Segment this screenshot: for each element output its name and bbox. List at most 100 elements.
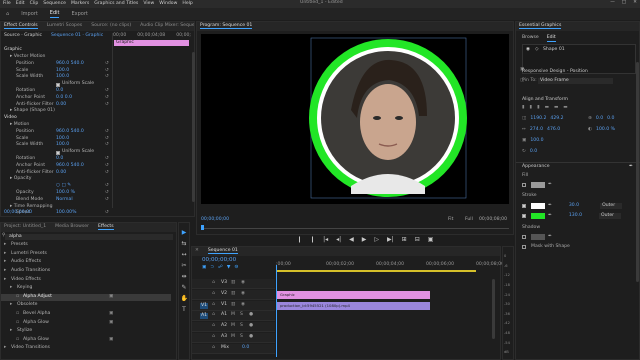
effects-tree-item[interactable]: ▫ Alpha Glow ▣ <box>1 337 171 344</box>
align-top-icon[interactable]: ▬ <box>545 105 549 111</box>
minimize-icon[interactable]: — <box>610 0 615 6</box>
menu-item-file[interactable]: File <box>3 1 11 7</box>
reset-icon[interactable]: ↺ <box>105 170 109 176</box>
linked-icon[interactable]: ☍ <box>218 265 223 271</box>
eg-position-x[interactable]: 1190.2 <box>530 116 546 122</box>
stroke-1-swatch[interactable] <box>531 203 545 209</box>
stroke-2-eyedropper-icon[interactable]: ✒ <box>548 213 552 219</box>
record-button[interactable]: ● <box>249 334 253 340</box>
program-playhead[interactable] <box>201 225 204 230</box>
project-tab-0[interactable]: Project: Untitled_1 <box>4 225 46 230</box>
stroke-2-mode[interactable]: Outer <box>599 213 622 219</box>
stroke-1-mode[interactable]: Outer <box>600 203 623 209</box>
source-patch[interactable]: A1 <box>200 313 208 320</box>
effects-tree-item[interactable]: ▸ Audio Effects <box>1 259 171 266</box>
track-id[interactable]: A1 <box>221 313 227 318</box>
fill-color-swatch[interactable] <box>531 182 545 188</box>
workspace-export[interactable]: Export <box>71 11 87 17</box>
eye-icon[interactable]: ◉ <box>526 47 530 53</box>
timeline-clip[interactable]: Graphic <box>277 290 430 299</box>
tool-6[interactable]: ✋ <box>181 295 188 302</box>
track-lock-icon[interactable]: ⌂ <box>212 280 215 286</box>
transport-button-2[interactable]: |◂ <box>323 237 328 243</box>
reset-icon[interactable]: ↺ <box>105 136 109 142</box>
ec-tab-2[interactable]: Source: (no clips) <box>91 24 131 29</box>
menu-item-markers[interactable]: Markers <box>71 1 89 7</box>
ec-row-value[interactable]: 0.00 <box>56 102 66 108</box>
uniform-scale-option[interactable]: Uniform Scale <box>56 150 94 155</box>
ec-row-value[interactable]: 960.0 540.0 <box>56 163 84 169</box>
stroke-1-width[interactable]: 30.0 <box>569 203 579 209</box>
track-id[interactable]: V3 <box>221 280 227 286</box>
reset-icon[interactable]: ↺ <box>105 88 109 94</box>
reset-icon[interactable]: ↺ <box>105 61 109 67</box>
effects-tree-item[interactable]: ▫ Alpha Glow ▣ <box>1 319 171 326</box>
effects-tree-item[interactable]: ▫ Bevel Alpha ▣ <box>1 311 171 318</box>
maximize-icon[interactable]: □ <box>622 0 626 6</box>
transport-button-3[interactable]: ◂| <box>336 237 341 243</box>
align-center-icon[interactable]: ▮ <box>530 105 533 111</box>
reset-icon[interactable]: ↺ <box>105 197 109 203</box>
reset-icon[interactable]: ↺ <box>105 129 109 135</box>
tool-1[interactable]: ⇆ <box>181 240 188 247</box>
menu-item-edit[interactable]: Edit <box>16 1 25 7</box>
solo-button[interactable]: S <box>240 313 243 318</box>
mute-button[interactable]: M <box>231 324 235 329</box>
transport-button-0[interactable]: ❙ <box>297 237 302 243</box>
reset-icon[interactable]: ↺ <box>105 68 109 74</box>
shadow-checkbox[interactable] <box>522 235 526 239</box>
source-patch[interactable]: V1 <box>200 302 208 309</box>
effects-tree-item[interactable]: ▫ Alpha Adjust ▣ <box>1 293 171 301</box>
effects-tree-item[interactable]: ▸ Obsolete <box>1 302 171 309</box>
stroke-1-eyedropper-icon[interactable]: ✒ <box>548 203 552 209</box>
track-sync-icon[interactable]: ▥ <box>231 291 235 297</box>
stroke-2-checkbox[interactable] <box>522 214 526 218</box>
tab-edit[interactable]: Edit <box>546 35 556 42</box>
tab-program[interactable]: Program: Sequence 01 <box>200 23 253 30</box>
eg-scrollbar[interactable] <box>636 62 639 282</box>
eg-layer-name[interactable]: Shape 01 <box>543 47 565 53</box>
ec-row-value[interactable]: 0.0 0.0 <box>56 95 72 101</box>
ec-row-value[interactable]: 0.00 <box>56 170 66 176</box>
tool-0[interactable]: ▶ <box>181 229 188 236</box>
ec-row-value[interactable]: 100.0 <box>56 136 69 142</box>
track-id[interactable]: Mix <box>221 345 229 351</box>
ec-row-value[interactable]: ○ □ ✎ <box>56 184 71 189</box>
ec-clip-bar[interactable]: Graphic <box>114 40 189 46</box>
uniform-scale-checkbox[interactable] <box>56 150 60 155</box>
eg-size-value[interactable]: 100.0 <box>530 138 543 144</box>
transport-button-4[interactable]: ◀ <box>349 237 354 243</box>
align-middle-icon[interactable]: ▬ <box>554 105 558 111</box>
effects-search-input[interactable]: alpha <box>5 234 173 240</box>
eg-title[interactable]: Essential Graphics <box>519 23 562 30</box>
timeline-playhead[interactable] <box>276 265 277 357</box>
ec-row-value[interactable]: 100.00% <box>56 211 76 216</box>
work-area-bar[interactable] <box>276 270 476 272</box>
clip-label[interactable]: Sequence 01 · Graphic <box>51 33 103 39</box>
transport-button-5[interactable]: ▶ <box>362 237 367 243</box>
mask-checkbox[interactable] <box>522 245 526 250</box>
stroke-2-swatch[interactable] <box>531 213 545 219</box>
project-tab-1[interactable]: Media Browser <box>55 225 89 230</box>
transport-button-9[interactable]: ⊟ <box>415 237 420 243</box>
eg-rotation-value[interactable]: 0.0 <box>530 149 537 155</box>
align-right-icon[interactable]: ▮ <box>537 105 540 111</box>
transport-button-10[interactable]: ▣ <box>428 237 434 243</box>
shadow-eyedropper-icon[interactable]: ✒ <box>548 234 552 240</box>
reset-icon[interactable]: ↺ <box>105 95 109 101</box>
snap-icon[interactable]: ⊃ <box>210 265 214 271</box>
effects-tree-item[interactable]: ▸ Lumetri Presets <box>1 251 171 258</box>
track-id[interactable]: V2 <box>221 291 227 297</box>
track-lock-icon[interactable]: ⌂ <box>212 324 215 329</box>
track-id[interactable]: A2 <box>221 324 227 329</box>
reset-icon[interactable]: ↺ <box>105 211 109 216</box>
eg-scale-h[interactable]: 476.0 <box>547 127 560 133</box>
menu-item-help[interactable]: Help <box>182 1 192 7</box>
track-id[interactable]: V1 <box>221 302 227 308</box>
workspace-import[interactable]: Import <box>21 11 38 17</box>
solo-button[interactable]: S <box>240 324 243 329</box>
nest-icon[interactable]: ▣ <box>202 265 206 271</box>
transport-button-1[interactable]: ❙ <box>310 237 315 243</box>
effects-tree-item[interactable]: ▸ Keying <box>1 285 171 292</box>
effects-tree-item[interactable]: ▸ Stylize <box>1 328 171 335</box>
